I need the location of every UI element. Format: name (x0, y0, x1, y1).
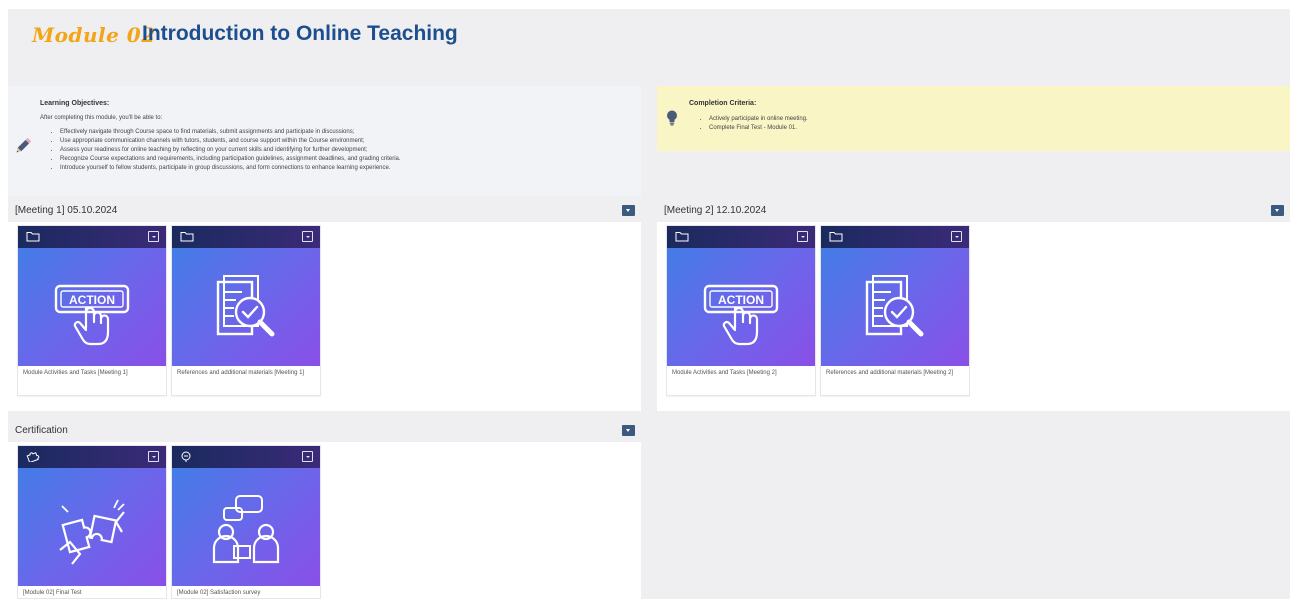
action-button-icon: ACTION (703, 284, 779, 346)
card-label[interactable]: [Module 02] Final Test (23, 589, 163, 597)
activity-card[interactable]: References and additional materials [Mee… (171, 225, 321, 396)
page-title: Introduction to Online Teaching (142, 22, 458, 45)
card-image[interactable]: ACTION (18, 226, 166, 366)
card-image[interactable] (821, 226, 969, 366)
collapse-button[interactable] (622, 425, 635, 436)
puzzle-icon (26, 452, 40, 462)
list-item: Actively participate in online meeting. (709, 115, 808, 124)
section-title: [Meeting 1] 05.10.2024 (15, 205, 118, 216)
card-toolbar (172, 446, 320, 468)
objectives-intro: After completing this module, you'll be … (40, 115, 163, 121)
card-image[interactable]: ACTION (667, 226, 815, 366)
lightbulb-icon (667, 110, 677, 126)
card-label[interactable]: References and additional materials [Mee… (177, 369, 317, 377)
activity-card[interactable]: ACTION Module Activities and Tasks [Meet… (666, 225, 816, 396)
card-image[interactable] (172, 446, 320, 586)
objectives-title: Learning Objectives: (40, 100, 110, 107)
activity-card[interactable]: ACTION Module Activities and Tasks [Meet… (17, 225, 167, 396)
card-toolbar (667, 226, 815, 248)
module-header: Module 02 Introduction to Online Teachin… (8, 9, 1290, 79)
folder-icon (675, 232, 689, 242)
action-button-icon: ACTION (54, 284, 130, 346)
card-toolbar (172, 226, 320, 248)
criteria-title: Completion Criteria: (689, 100, 757, 107)
card-menu-button[interactable] (951, 231, 962, 242)
folder-icon (180, 232, 194, 242)
collapse-button[interactable] (622, 205, 635, 216)
svg-text:ACTION: ACTION (718, 293, 764, 307)
learning-objectives-panel: Learning Objectives: After completing th… (8, 86, 641, 196)
objectives-list: Effectively navigate through Course spac… (60, 128, 401, 173)
list-item: Effectively navigate through Course spac… (60, 128, 401, 137)
list-item: Use appropriate communication channels w… (60, 137, 401, 146)
document-magnifier-icon (865, 275, 924, 337)
puzzle-hands-icon (59, 499, 125, 565)
section-certification: Certification [Module 02] Final Test [Mo… (8, 421, 641, 599)
svg-text:ACTION: ACTION (69, 293, 115, 307)
section-header: [Meeting 2] 12.10.2024 (657, 201, 1290, 222)
card-toolbar (18, 226, 166, 248)
card-label[interactable]: References and additional materials [Mee… (826, 369, 966, 377)
activity-card[interactable]: References and additional materials [Mee… (820, 225, 970, 396)
section-header: [Meeting 1] 05.10.2024 (8, 201, 641, 222)
section-meeting-1: [Meeting 1] 05.10.2024 ACTION Module Act… (8, 201, 641, 411)
section-meeting-2: [Meeting 2] 12.10.2024 ACTION Module Act… (657, 201, 1290, 411)
card-menu-button[interactable] (148, 231, 159, 242)
document-magnifier-icon (216, 275, 275, 337)
list-item: Assess your readiness for online teachin… (60, 146, 401, 155)
card-menu-button[interactable] (302, 231, 313, 242)
card-image[interactable] (18, 446, 166, 586)
section-title: Certification (15, 425, 68, 436)
completion-criteria-panel: Completion Criteria: Actively participat… (657, 86, 1290, 151)
list-item: Recognize Course expectations and requir… (60, 155, 401, 164)
module-tag: Module 02 (32, 23, 156, 47)
card-image[interactable] (172, 226, 320, 366)
card-label[interactable]: Module Activities and Tasks [Meeting 2] (672, 369, 812, 377)
collapse-button[interactable] (1271, 205, 1284, 216)
course-page: Module 02 Introduction to Online Teachin… (8, 9, 1290, 599)
activity-card[interactable]: [Module 02] Satisfaction survey (171, 445, 321, 599)
feedback-icon (181, 451, 191, 462)
card-label[interactable]: [Module 02] Satisfaction survey (177, 589, 317, 597)
criteria-list: Actively participate in online meeting. … (709, 115, 808, 133)
list-item: Complete Final Test - Module 01. (709, 124, 808, 133)
card-menu-button[interactable] (148, 451, 159, 462)
card-toolbar (821, 226, 969, 248)
section-header: Certification (8, 421, 641, 442)
activity-card[interactable]: [Module 02] Final Test (17, 445, 167, 599)
card-menu-button[interactable] (797, 231, 808, 242)
card-menu-button[interactable] (302, 451, 313, 462)
folder-icon (26, 232, 40, 242)
card-toolbar (18, 446, 166, 468)
pencil-icon (16, 137, 32, 153)
card-label[interactable]: Module Activities and Tasks [Meeting 1] (23, 369, 163, 377)
discussion-people-icon (212, 495, 280, 564)
folder-icon (829, 232, 843, 242)
section-title: [Meeting 2] 12.10.2024 (664, 205, 767, 216)
list-item: Introduce yourself to fellow students, p… (60, 164, 401, 173)
